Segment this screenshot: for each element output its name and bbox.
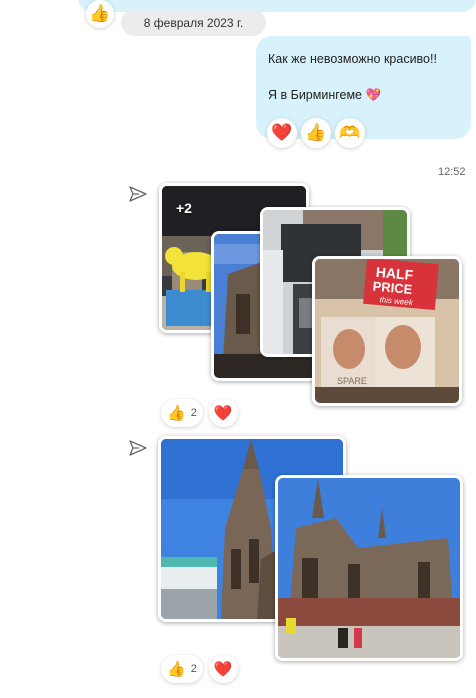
- book-title-text: SPARE: [337, 376, 367, 386]
- album2-reactions: 👍 2 ❤️: [161, 655, 238, 683]
- spare-books-image: HALF PRICE this week SPARE: [315, 259, 459, 403]
- message-timestamp: 12:52: [438, 166, 466, 178]
- heart-reaction[interactable]: ❤️: [267, 118, 297, 148]
- heart-reaction[interactable]: ❤️: [208, 655, 238, 683]
- thumbs-up-icon: 👍: [167, 404, 186, 422]
- photo-cathedral-wide[interactable]: [275, 475, 463, 661]
- message-text-line2: Я в Бирмингеме 💖: [268, 88, 382, 102]
- heart-icon: ❤️: [213, 404, 233, 422]
- reaction-count: 2: [190, 407, 197, 419]
- thumbs-up-icon: 👍: [89, 4, 111, 24]
- heart-icon: ❤️: [271, 123, 293, 143]
- more-photos-count: +2: [176, 200, 192, 216]
- date-separator-label: 8 февраля 2023 г.: [143, 15, 244, 30]
- heart-hands-reaction[interactable]: 🫶: [335, 118, 365, 148]
- photo-spare-books[interactable]: HALF PRICE this week SPARE: [312, 256, 462, 406]
- sent-icon: [129, 440, 147, 456]
- thumbs-up-icon: 👍: [167, 660, 186, 678]
- message-text-line1: Как же невозможно красиво!!: [268, 52, 437, 66]
- reaction-count: 2: [190, 663, 197, 675]
- thumbs-up-reaction[interactable]: 👍: [86, 0, 114, 28]
- sent-icon: [129, 186, 147, 202]
- thumbs-up-reaction-count[interactable]: 👍 2: [161, 399, 203, 427]
- thumbs-up-reaction-count[interactable]: 👍 2: [161, 655, 203, 683]
- heart-reaction[interactable]: ❤️: [208, 399, 238, 427]
- date-separator: 8 февраля 2023 г.: [121, 9, 266, 36]
- cathedral-wide-image: [278, 478, 460, 658]
- thumbs-up-reaction[interactable]: 👍: [301, 118, 331, 148]
- heart-hands-icon: 🫶: [339, 123, 361, 143]
- heart-icon: ❤️: [213, 660, 233, 678]
- thumbs-up-icon: 👍: [305, 123, 327, 143]
- album1-reactions: 👍 2 ❤️: [161, 399, 238, 427]
